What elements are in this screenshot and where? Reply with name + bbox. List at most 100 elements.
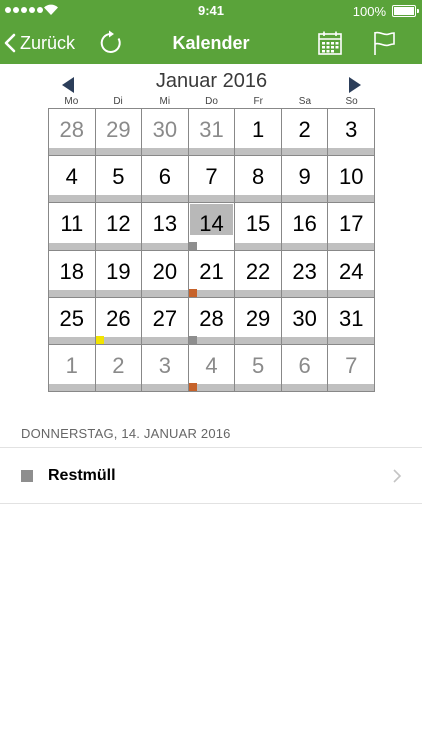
calendar-day-number: 5 [112, 164, 125, 190]
calendar-day-number: 5 [251, 352, 265, 378]
weekday-label: Fr [253, 96, 263, 107]
calendar-day-cell[interactable]: 12 [95, 203, 143, 251]
calendar-day-number: 26 [106, 305, 131, 331]
calendar-day-cell[interactable]: 13 [142, 203, 189, 251]
calendar-day-number: 1 [65, 352, 78, 378]
calendar-day-number: 6 [298, 352, 311, 378]
calendar-day-cell[interactable]: 11 [49, 203, 96, 251]
calendar-day-number: 16 [292, 211, 317, 237]
chevron-left-icon [4, 33, 16, 53]
calendar-day-number: 7 [345, 352, 358, 378]
calendar-day-cell[interactable]: 10 [328, 156, 375, 204]
calendar-day-cell[interactable]: 5 [235, 344, 282, 392]
calendar-day-cell[interactable]: 31 [328, 297, 375, 345]
calendar-day-number: 24 [338, 258, 364, 284]
calendar-day-cell[interactable]: 5 [95, 156, 143, 204]
calendar-day-cell[interactable]: 7 [328, 344, 375, 392]
calendar-day-event-strip [281, 336, 328, 344]
calendar-day-number: 4 [205, 352, 218, 378]
calendar-day-cell[interactable]: 2 [281, 109, 329, 157]
calendar-day-cell[interactable]: 4 [188, 344, 236, 392]
calendar-day-cell[interactable]: 20 [142, 250, 189, 298]
calendar-day-event-strip [95, 289, 142, 297]
calendar-day-number: 18 [59, 258, 85, 284]
calendar-day-number: 3 [345, 117, 358, 142]
calendar-day-cell[interactable]: 26 [95, 297, 143, 345]
calendar-day-number: 14 [199, 211, 224, 237]
calendar-day-number: 27 [152, 305, 178, 331]
calendar-day-cell[interactable]: 28 [188, 297, 236, 345]
collection-marker [188, 383, 197, 391]
weekday-label: Sa [298, 96, 312, 107]
calendar-day-event-strip [49, 195, 95, 203]
calendar-day-cell[interactable]: 17 [328, 203, 375, 251]
calendar-day-number: 13 [152, 211, 178, 237]
calendar-day-number: 8 [251, 164, 265, 190]
collection-marker [188, 241, 197, 250]
calendar-day-cell[interactable]: 27 [142, 297, 189, 345]
calendar-day-event-strip [49, 384, 95, 391]
calendar-day-cell[interactable]: 24 [328, 250, 375, 298]
calendar-day-cell[interactable]: 9 [281, 156, 329, 204]
calendar-day-event-strip [235, 384, 281, 391]
calendar-day-cell[interactable]: 3 [142, 344, 189, 392]
calendar-day-cell[interactable]: 15 [235, 203, 282, 251]
calendar-day-number: 20 [152, 258, 178, 284]
weekday-label: So [345, 96, 358, 107]
calendar-day-cell[interactable]: 21 [188, 250, 236, 298]
calendar-day-cell[interactable]: 29 [95, 109, 143, 157]
calendar-day-event-strip [281, 195, 328, 203]
calendar-day-event-strip [281, 384, 328, 391]
flag-icon[interactable] [371, 30, 397, 56]
calendar-day-number: 21 [199, 258, 224, 284]
event-row[interactable]: Restmüll [0, 448, 422, 503]
calendar-day-cell[interactable]: 8 [235, 156, 282, 204]
calendar-day-number: 2 [298, 117, 311, 142]
calendar-day-number: 2 [112, 352, 125, 378]
calendar-day-cell[interactable]: 3 [328, 109, 375, 157]
collection-marker [188, 288, 197, 297]
calendar-day-cell[interactable]: 22 [235, 250, 282, 298]
calendar-day-event-strip [95, 242, 142, 250]
calendar-day-cell[interactable]: 1 [235, 109, 282, 157]
calendar-day-cell[interactable]: 25 [49, 297, 96, 345]
calendar-day-cell[interactable]: 23 [281, 250, 329, 298]
calendar-day-number: 1 [251, 117, 265, 142]
calendar-day-cell[interactable]: 16 [281, 203, 329, 251]
calendar-day-cell[interactable]: 31 [188, 109, 236, 157]
calendar-day-cell[interactable]: 30 [142, 109, 189, 157]
calendar-day-number: 19 [106, 258, 131, 284]
calendar-day-cell[interactable]: 30 [281, 297, 329, 345]
calendar-day-cell[interactable]: 6 [142, 156, 189, 204]
calendar-day-event-strip [49, 148, 95, 156]
weekday-label: Do [205, 96, 218, 107]
calendar-day-cell[interactable]: 29 [235, 297, 282, 345]
calendar-day-event-strip [49, 289, 95, 297]
calendar-day-event-strip [142, 148, 188, 156]
calendar-day-number: 25 [59, 305, 85, 331]
calendar-icon[interactable] [317, 30, 343, 56]
next-month-arrow-icon[interactable] [349, 77, 361, 93]
calendar-day-event-strip [49, 336, 95, 344]
calendar-day-cell[interactable]: 6 [281, 344, 329, 392]
calendar-day-number: 29 [245, 305, 271, 331]
event-color-square [21, 470, 33, 482]
calendar-day-number: 10 [338, 164, 364, 190]
calendar-day-cell[interactable]: 7 [188, 156, 236, 204]
chevron-right-icon [393, 469, 402, 483]
back-button[interactable]: Zurück [4, 29, 75, 57]
calendar-day-event-strip [281, 289, 328, 297]
calendar-day-number: 30 [292, 305, 317, 331]
calendar-day-cell-selected[interactable]: 14 [188, 203, 236, 251]
calendar-day-cell[interactable]: 28 [49, 109, 96, 157]
calendar-day-cell[interactable]: 19 [95, 250, 143, 298]
calendar-day-event-strip [328, 384, 374, 391]
calendar-day-number: 31 [199, 117, 224, 142]
weekday-label: Mi [159, 96, 171, 107]
calendar-day-event-strip [235, 148, 281, 156]
calendar-day-cell[interactable]: 1 [49, 344, 96, 392]
calendar-day-cell[interactable]: 18 [49, 250, 96, 298]
refresh-icon[interactable] [98, 30, 124, 56]
calendar-day-cell[interactable]: 2 [95, 344, 143, 392]
calendar-day-cell[interactable]: 4 [49, 156, 96, 204]
